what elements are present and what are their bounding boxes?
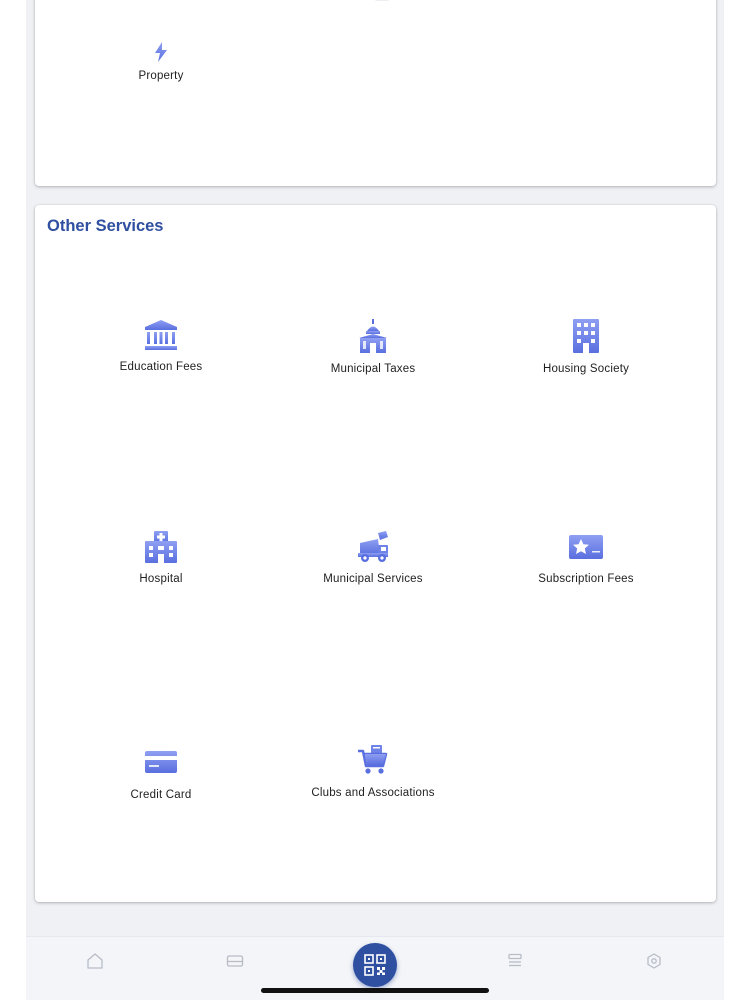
garbage-truck-icon	[358, 531, 388, 562]
credit-card-icon	[145, 751, 177, 773]
app-screen: Property Other Services Education Fees M…	[26, 0, 724, 1000]
home-icon[interactable]	[85, 951, 105, 971]
service-label: Municipal Taxes	[330, 363, 416, 375]
institution-icon	[145, 320, 177, 350]
service-tile-education-fees[interactable]: Education Fees	[61, 319, 261, 373]
service-label: Housing Society	[542, 363, 630, 375]
service-tile-municipal-services[interactable]: Municipal Services	[273, 531, 473, 585]
service-label: Property	[138, 70, 184, 82]
faint-divider	[375, 0, 389, 1]
service-label: Education Fees	[119, 361, 203, 373]
shopping-cart-icon	[358, 745, 388, 774]
service-label: Clubs and Associations	[311, 787, 435, 799]
service-label: Credit Card	[130, 789, 192, 801]
other-services-card: Other Services Education Fees Municipal …	[35, 205, 716, 902]
service-label: Municipal Services	[323, 573, 423, 585]
hospital-icon	[145, 531, 177, 563]
service-tile-municipal-taxes[interactable]: Municipal Taxes	[273, 319, 473, 375]
card-icon[interactable]	[225, 951, 245, 971]
home-indicator	[261, 988, 489, 993]
municipal-building-icon	[359, 319, 387, 353]
scan-qr-button[interactable]	[353, 943, 397, 987]
star-card-icon	[569, 535, 603, 559]
service-label: Subscription Fees	[538, 573, 634, 585]
service-tile-property[interactable]: Property	[61, 42, 261, 82]
section-title: Other Services	[47, 217, 164, 235]
service-tile-credit-card[interactable]: Credit Card	[61, 751, 261, 801]
settings-icon[interactable]	[644, 951, 664, 971]
service-label: Hospital	[139, 573, 183, 585]
service-tile-hospital[interactable]: Hospital	[61, 531, 261, 585]
qr-code-icon	[364, 954, 386, 976]
service-tile-clubs-and-associations[interactable]: Clubs and Associations	[273, 745, 473, 799]
bill-category-card: Property	[35, 0, 716, 186]
list-icon[interactable]	[505, 951, 525, 971]
apartment-building-icon	[573, 319, 599, 353]
bottom-tab-bar	[26, 936, 724, 1000]
lightning-icon	[155, 42, 167, 62]
service-tile-housing-society[interactable]: Housing Society	[486, 319, 686, 375]
service-tile-subscription-fees[interactable]: Subscription Fees	[486, 535, 686, 585]
